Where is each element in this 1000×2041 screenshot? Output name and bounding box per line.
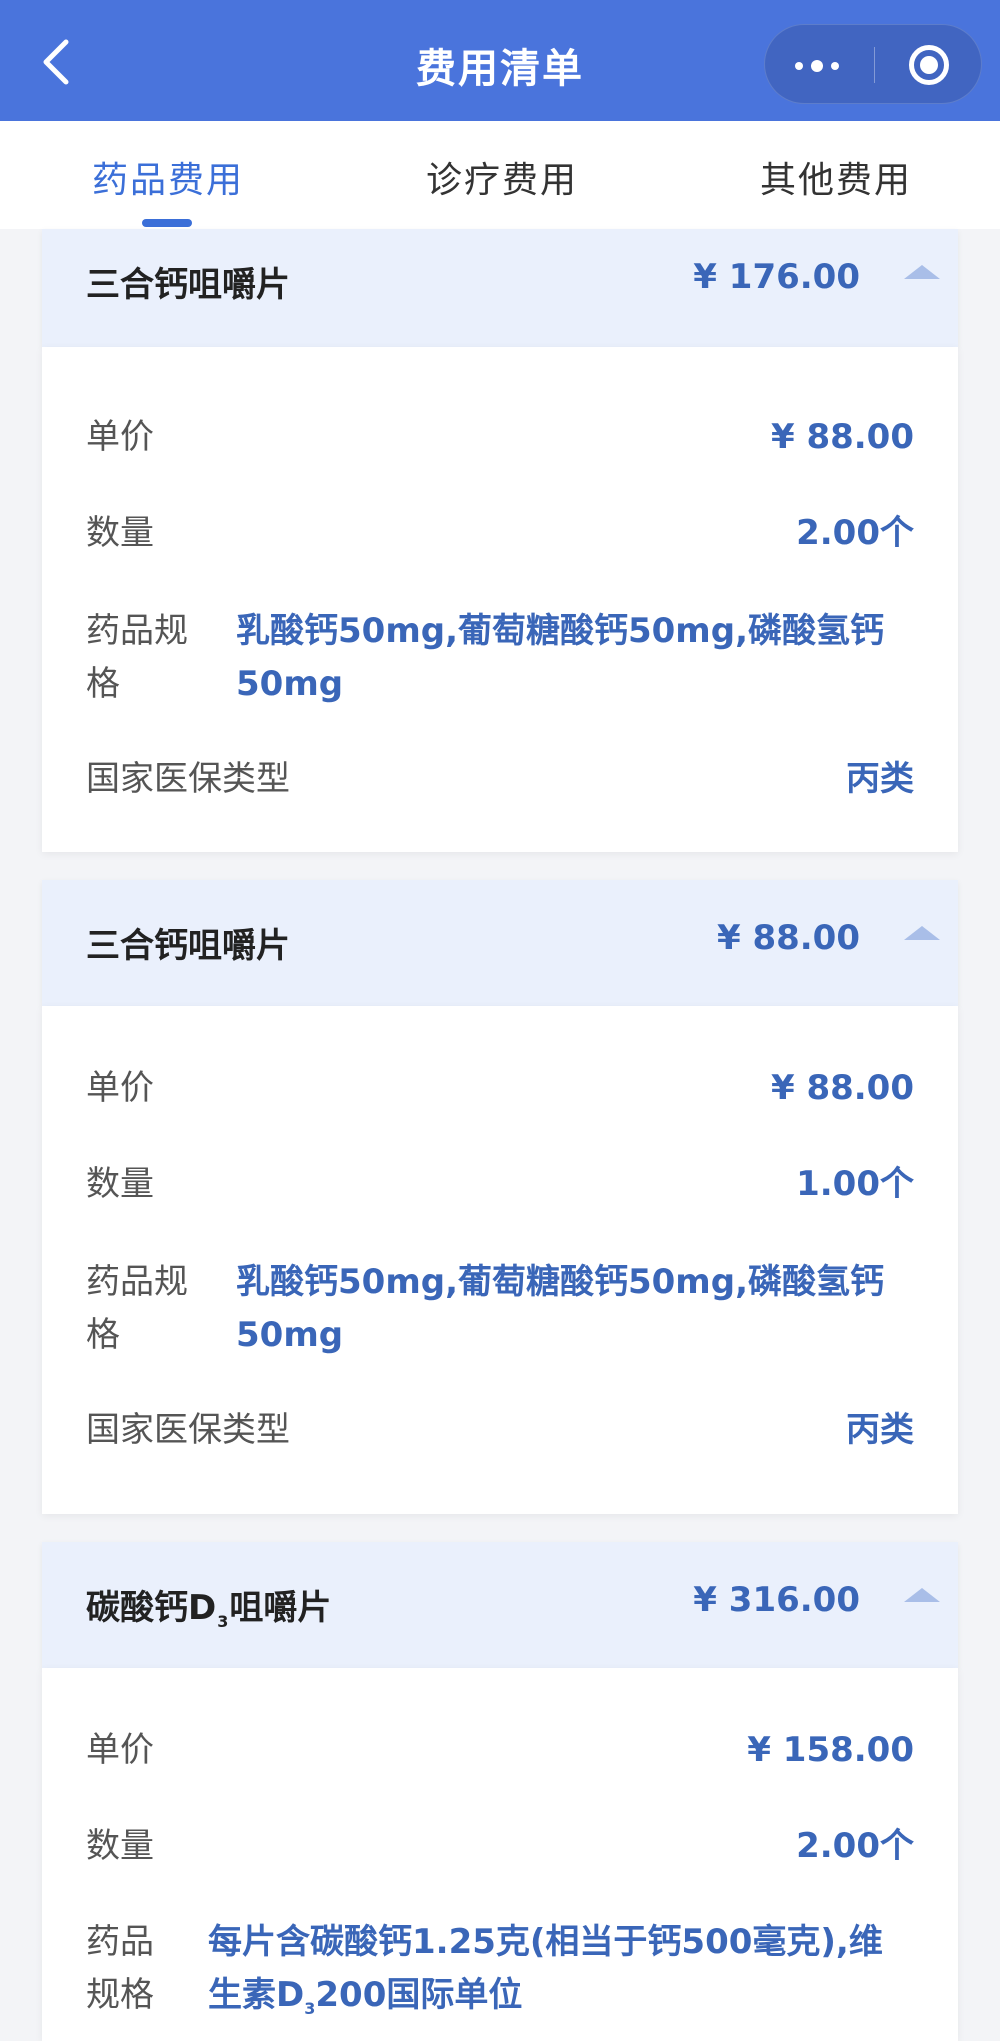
nav-bar: 费用清单: [0, 0, 1000, 121]
drug-name: 碳酸钙D3咀嚼片: [86, 1588, 332, 1631]
drug-item-details: 单价 ¥ 158.00 数量 2.00个 药品 规格 每片含碳酸钙1.25克(相…: [42, 1668, 958, 2041]
unit-price-value: ¥ 158.00: [747, 1730, 914, 1770]
insurance-type-label: 国家医保类型: [86, 759, 290, 799]
spec-label-line2: 规格: [86, 1975, 154, 2015]
spec-value-line2: 生素D3200国际单位: [208, 1975, 523, 2018]
tab-drug-fees[interactable]: 药品费用: [92, 151, 244, 203]
drug-item-details: 单价 ¥ 88.00 数量 1.00个 药品规 格 乳酸钙50mg,葡萄糖酸钙5…: [42, 1006, 958, 1514]
spec-label-line1: 药品规: [86, 611, 188, 651]
drug-total: ¥ 88.00: [716, 918, 860, 958]
spec-value-line1: 乳酸钙50mg,葡萄糖酸钙50mg,磷酸氢钙: [236, 611, 884, 651]
tab-other-fees[interactable]: 其他费用: [760, 151, 912, 203]
mini-program-capsule: [764, 24, 982, 104]
quantity-label: 数量: [86, 1826, 154, 1866]
close-button[interactable]: [875, 25, 983, 105]
drug-item-details: 单价 ¥ 88.00 数量 2.00个 药品规 格 乳酸钙50mg,葡萄糖酸钙5…: [42, 347, 958, 852]
active-tab-indicator: [142, 219, 192, 227]
spec-value-line2: 50mg: [236, 1315, 344, 1355]
collapse-arrow-icon: [904, 926, 940, 940]
unit-price-value: ¥ 88.00: [770, 417, 914, 457]
drug-item-header[interactable]: 三合钙咀嚼片 ¥ 176.00: [42, 229, 958, 347]
drug-name: 三合钙咀嚼片: [86, 265, 290, 305]
quantity-label: 数量: [86, 1164, 154, 1204]
insurance-type-value: 丙类: [846, 1410, 914, 1450]
unit-price-value: ¥ 88.00: [770, 1068, 914, 1108]
spec-value-line1: 乳酸钙50mg,葡萄糖酸钙50mg,磷酸氢钙: [236, 1262, 884, 1302]
drug-item-header[interactable]: 碳酸钙D3咀嚼片 ¥ 316.00: [42, 1542, 958, 1668]
drug-item-header[interactable]: 三合钙咀嚼片 ¥ 88.00: [42, 880, 958, 1006]
drug-total: ¥ 176.00: [693, 257, 860, 297]
quantity-value: 2.00个: [796, 513, 914, 553]
spec-label-line1: 药品: [86, 1922, 154, 1962]
more-dots-icon: [795, 62, 803, 70]
drug-total: ¥ 316.00: [693, 1580, 860, 1620]
quantity-value: 2.00个: [796, 1826, 914, 1866]
unit-price-label: 单价: [86, 1730, 154, 1770]
drug-name: 三合钙咀嚼片: [86, 926, 290, 966]
more-button[interactable]: [765, 25, 874, 105]
spec-value-line2: 50mg: [236, 664, 344, 704]
spec-label-line2: 格: [86, 1315, 120, 1355]
quantity-value: 1.00个: [796, 1164, 914, 1204]
collapse-arrow-icon: [904, 265, 940, 279]
quantity-label: 数量: [86, 513, 154, 553]
insurance-type-label: 国家医保类型: [86, 1410, 290, 1450]
collapse-arrow-icon: [904, 1588, 940, 1602]
insurance-type-value: 丙类: [846, 759, 914, 799]
tab-treatment-fees[interactable]: 诊疗费用: [426, 151, 578, 203]
unit-price-label: 单价: [86, 417, 154, 457]
spec-label-line1: 药品规: [86, 1262, 188, 1302]
spec-label-line2: 格: [86, 664, 120, 704]
spec-value-line1: 每片含碳酸钙1.25克(相当于钙500毫克),维: [208, 1922, 883, 1962]
fee-tabs: 药品费用 诊疗费用 其他费用: [0, 121, 1000, 229]
unit-price-label: 单价: [86, 1068, 154, 1108]
